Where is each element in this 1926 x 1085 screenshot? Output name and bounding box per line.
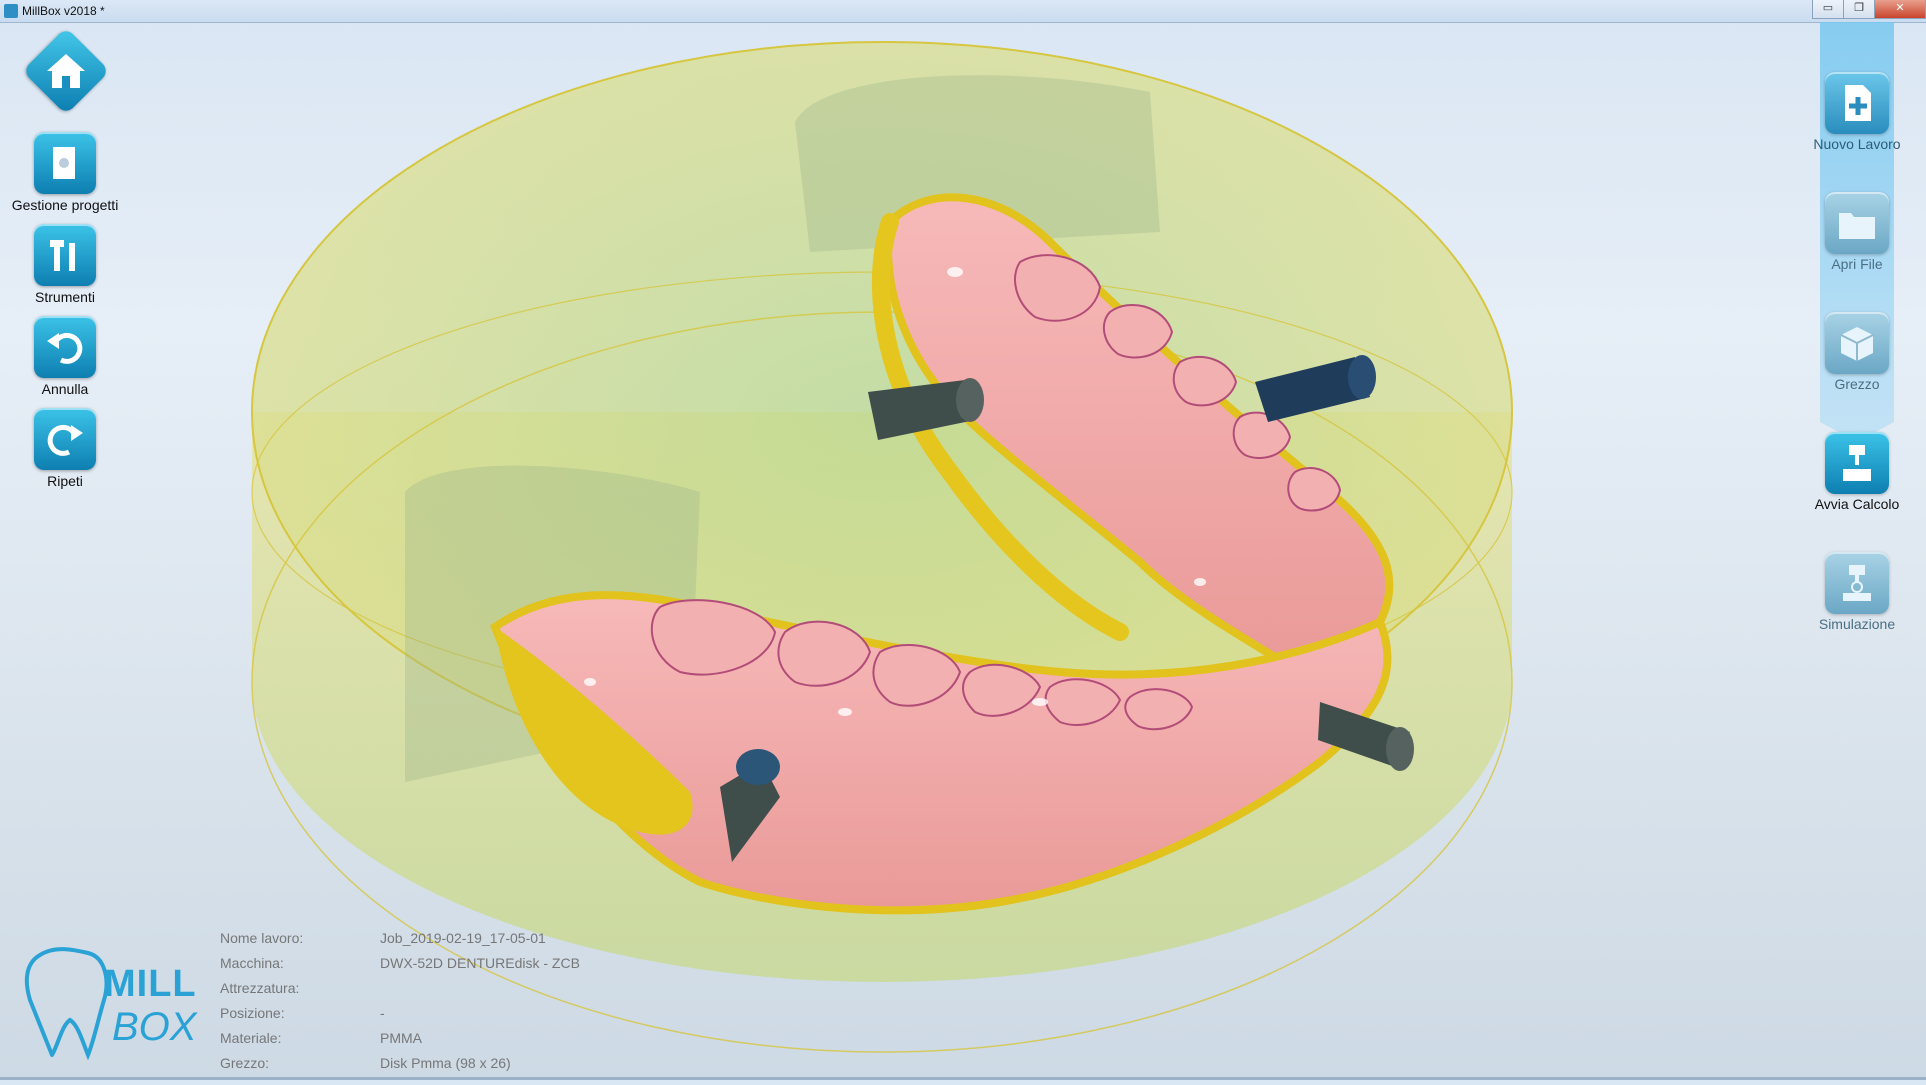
simulazione-label: Simulazione [1818, 616, 1896, 632]
stock-box-icon [1825, 312, 1889, 374]
annulla-label: Annulla [41, 381, 89, 397]
grezzo-button[interactable]: Grezzo [1797, 312, 1917, 392]
door-icon [34, 132, 96, 194]
millbox-logo: MILL BOX [20, 945, 200, 1060]
apri-file-label: Apri File [1831, 256, 1883, 272]
app-icon [4, 4, 18, 18]
info-value: - [380, 1005, 385, 1021]
gestione-progetti-button[interactable]: Gestione progetti [0, 132, 130, 213]
info-key: Posizione: [220, 1005, 285, 1021]
info-key: Attrezzatura: [220, 980, 300, 996]
info-value: Disk Pmma (98 x 26) [380, 1055, 511, 1071]
logo-box-text: BOX [112, 1005, 197, 1049]
apri-file-button[interactable]: Apri File [1797, 192, 1917, 272]
nuovo-lavoro-button[interactable]: Nuovo Lavoro [1797, 72, 1917, 152]
annulla-button[interactable]: Annulla [0, 316, 130, 397]
info-key: Materiale: [220, 1030, 282, 1046]
info-key: Grezzo: [220, 1055, 270, 1071]
grezzo-label: Grezzo [1834, 376, 1880, 392]
simulazione-button[interactable]: Simulazione [1797, 552, 1917, 632]
home-icon [47, 54, 85, 88]
strumenti-label: Strumenti [35, 289, 95, 305]
nuovo-lavoro-label: Nuovo Lavoro [1813, 136, 1901, 152]
new-file-icon [1825, 72, 1889, 134]
tooth-logo-icon [24, 947, 109, 1060]
minimize-button[interactable]: ▭ [1812, 0, 1844, 19]
mill-calc-icon [1825, 432, 1889, 494]
tools-icon [34, 224, 96, 286]
window-title: MillBox v2018 * [22, 4, 105, 18]
ripeti-button[interactable]: Ripeti [0, 408, 130, 489]
logo-mill-text: MILL [104, 963, 197, 1005]
strumenti-button[interactable]: Strumenti [0, 224, 130, 305]
gestione-progetti-label: Gestione progetti [11, 197, 119, 213]
ripeti-label: Ripeti [47, 473, 83, 489]
info-key: Nome lavoro: [220, 930, 304, 946]
avvia-calcolo-label: Avvia Calcolo [1814, 496, 1900, 512]
redo-icon [34, 408, 96, 470]
info-key: Macchina: [220, 955, 284, 971]
undo-icon [34, 316, 96, 378]
simulation-icon [1825, 552, 1889, 614]
3d-viewport[interactable] [0, 22, 1926, 1080]
info-value: Job_2019-02-19_17-05-01 [380, 930, 546, 946]
folder-icon [1825, 192, 1889, 254]
scene-render [251, 41, 1513, 1053]
info-value: DWX-52D DENTUREdisk - ZCB [380, 955, 580, 971]
close-button[interactable]: ✕ [1874, 0, 1926, 19]
avvia-calcolo-button[interactable]: Avvia Calcolo [1797, 432, 1917, 512]
maximize-button[interactable]: ❐ [1843, 0, 1875, 19]
home-button[interactable] [22, 27, 110, 115]
title-bar: MillBox v2018 * ▭ ❐ ✕ [0, 0, 1926, 23]
info-value: PMMA [380, 1030, 422, 1046]
